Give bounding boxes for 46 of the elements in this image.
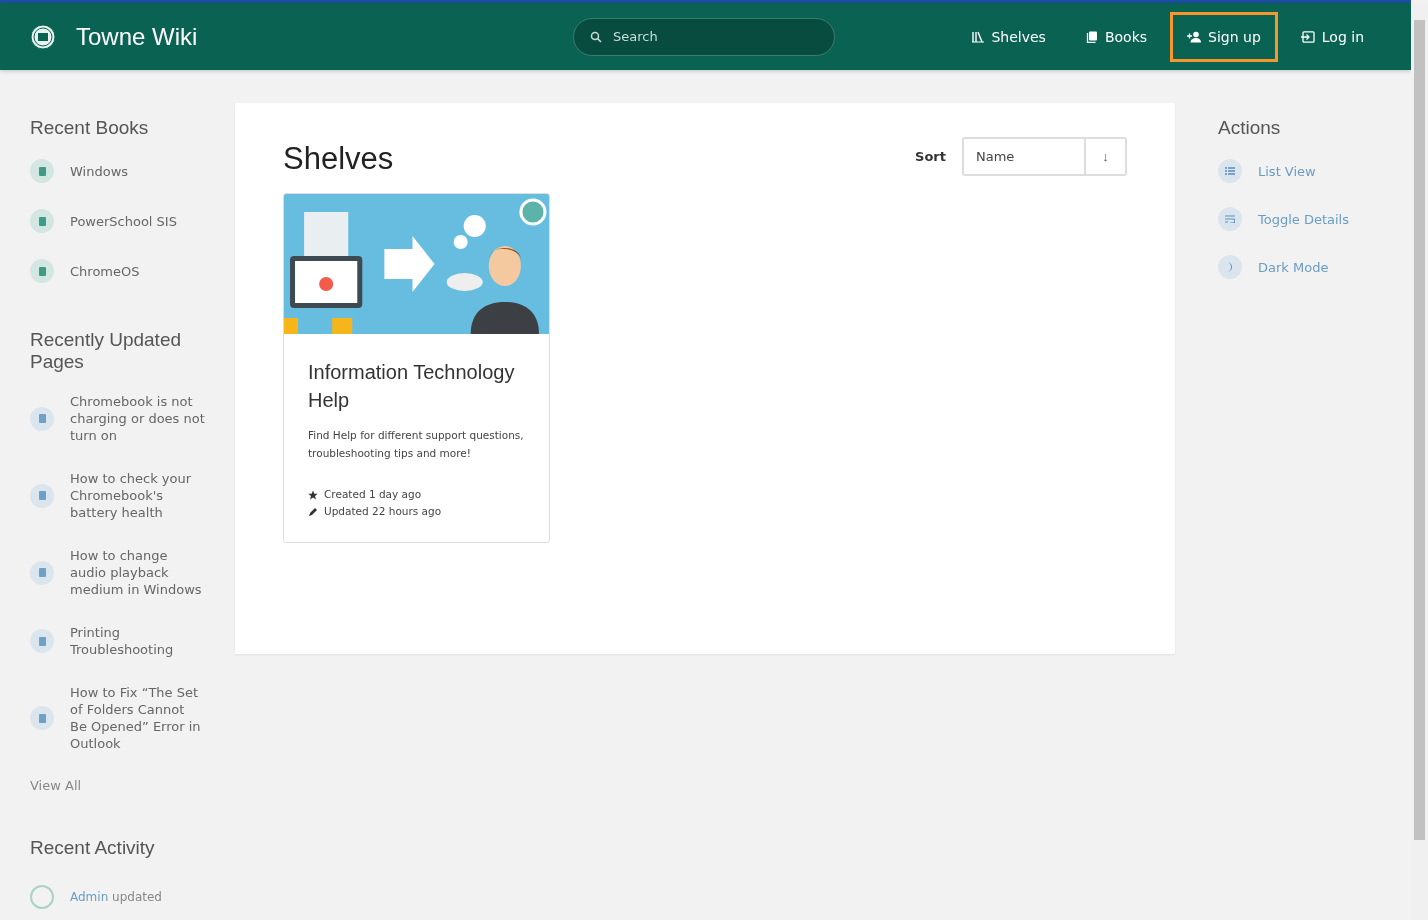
page-icon <box>30 560 54 585</box>
page-icon <box>30 483 54 508</box>
pencil-icon <box>308 506 318 517</box>
section-heading: Recent Books <box>30 117 150 139</box>
page-link[interactable]: How to Fix “The Set of Folders Cannot Be Opened” Error in Outlook <box>30 684 205 752</box>
created-text: Created 1 day ago <box>324 487 422 502</box>
page-icon <box>30 706 54 730</box>
site-title[interactable]: Towne Wiki <box>76 22 198 51</box>
book-link[interactable]: PowerSchool SIS <box>30 209 205 233</box>
updated-text: Updated 22 hours ago <box>324 504 442 519</box>
shelf-description: Find Help for different support questions, troubleshooting tips and more! <box>308 428 525 461</box>
view-all-link[interactable]: View All <box>30 778 205 793</box>
nav-link[interactable]: Log in <box>1283 11 1381 62</box>
page-title: Shelves <box>283 141 394 177</box>
nav-link[interactable]: Sign up <box>1170 11 1278 62</box>
page-link[interactable]: Printing Troubleshooting <box>30 624 205 658</box>
book-link[interactable]: Windows <box>30 159 205 183</box>
book-icon <box>30 209 54 233</box>
shelves-icon <box>972 30 985 43</box>
book-icon <box>1085 30 1098 43</box>
shelf-title: Information Technology Help <box>308 360 516 413</box>
page-icon <box>30 629 54 653</box>
section-heading: Recent Activity <box>30 837 156 859</box>
section-heading: Actions <box>1218 117 1282 139</box>
page-link[interactable]: How to check your Chromebook's battery health <box>30 470 205 521</box>
sort-label: Sort <box>915 148 946 164</box>
nav-link[interactable]: Shelves <box>955 11 1063 62</box>
shelf-card[interactable]: Information Technology Help Find Help for different support questions, troubleshooting tips and more! Created 1 day ago Updated 22 hours ago <box>283 193 550 543</box>
book-link[interactable]: ChromeOS <box>30 259 205 283</box>
page-icon <box>30 406 54 431</box>
book-icon <box>30 159 54 183</box>
logo-icon[interactable] <box>30 23 56 50</box>
page-link[interactable]: Chromebook is not charging or does not turn on <box>30 393 205 444</box>
book-icon <box>30 259 54 283</box>
search-field[interactable]: Search <box>573 17 835 56</box>
list-icon <box>1225 167 1235 175</box>
sort-dropdown[interactable]: Name <box>964 138 1086 174</box>
section-heading: Recently Updated Pages <box>30 329 183 373</box>
nav-link[interactable]: Books <box>1068 11 1165 62</box>
star-icon <box>308 489 318 500</box>
login-icon <box>1300 30 1315 43</box>
avatar-icon <box>30 885 54 909</box>
activity-text: Admin updated <box>70 890 162 904</box>
wrap-text-icon <box>1225 215 1235 223</box>
add-user-icon <box>1187 30 1202 43</box>
page-link[interactable]: How to change audio playback medium in Windows <box>30 547 205 598</box>
